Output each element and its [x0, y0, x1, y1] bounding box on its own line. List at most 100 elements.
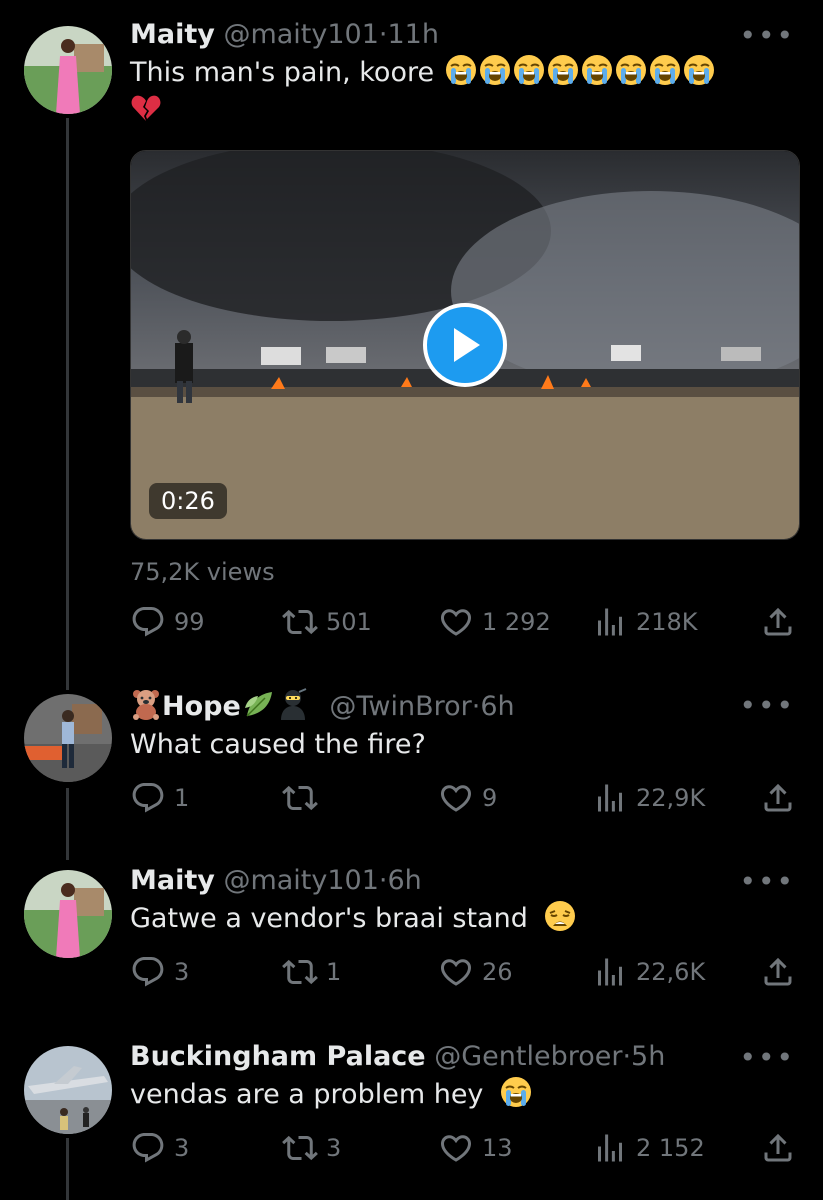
reply-icon	[130, 604, 166, 640]
ninja-icon	[277, 688, 309, 720]
view-count: 75,2K views	[130, 558, 275, 586]
reply-button[interactable]: 3	[130, 1128, 189, 1168]
tweet-actions: 99 501 1 292 218K	[130, 602, 800, 642]
like-button[interactable]: 13	[438, 1128, 513, 1168]
share-icon	[760, 1130, 796, 1166]
loudly-crying-face-icon	[547, 54, 579, 86]
heart-icon	[438, 1130, 474, 1166]
views-button[interactable]: 22,6K	[592, 952, 705, 992]
tweet-header: Buckingham Palace @Gentlebroer·5h	[130, 1040, 793, 1074]
tweet-hope-reply[interactable]: Hope @TwinBror·6h What caused the fire? …	[0, 688, 823, 848]
tweet-buckingham-reply[interactable]: Buckingham Palace @Gentlebroer·5h vendas…	[0, 1040, 823, 1200]
tweet-text-content: Gatwe a vendor's braai stand	[130, 903, 528, 934]
user-handle[interactable]: @maity101	[223, 865, 378, 896]
timestamp[interactable]: 6h	[480, 691, 514, 722]
play-icon[interactable]	[423, 303, 507, 387]
repost-count: 501	[326, 608, 372, 636]
reply-button[interactable]: 3	[130, 952, 189, 992]
user-handle[interactable]: @maity101	[223, 19, 378, 50]
views-count: 218K	[636, 608, 698, 636]
loudly-crying-face-icon	[513, 54, 545, 86]
tweet-maity-main[interactable]: Maity @maity101·11h This man's pain, koo…	[0, 18, 823, 658]
timestamp[interactable]: 6h	[388, 865, 422, 896]
loudly-crying-face-icon	[500, 1076, 532, 1108]
share-icon	[760, 780, 796, 816]
video-duration: 0:26	[149, 483, 227, 519]
repost-button[interactable]	[282, 778, 326, 818]
views-count: 22,9K	[636, 784, 706, 812]
timestamp[interactable]: 5h	[631, 1041, 665, 1072]
like-button[interactable]: 9	[438, 778, 497, 818]
share-button[interactable]	[760, 778, 796, 818]
tweet-text: Gatwe a vendor's braai stand	[130, 900, 793, 938]
share-button[interactable]	[760, 1128, 796, 1168]
loudly-crying-face-icon	[615, 54, 647, 86]
display-name[interactable]: Maity	[130, 19, 215, 50]
views-count: 2 152	[636, 1134, 705, 1162]
tweet-actions: 3 1 26 22,6K	[130, 952, 800, 992]
repost-count: 3	[326, 1134, 342, 1162]
display-name[interactable]: Maity	[130, 865, 215, 896]
more-options-button[interactable]: •••	[739, 692, 795, 720]
views-button[interactable]: 218K	[592, 602, 698, 642]
reply-icon	[130, 1130, 166, 1166]
user-handle[interactable]: @Gentlebroer	[434, 1041, 622, 1072]
analytics-icon	[592, 780, 628, 816]
tweet-header: Maity @maity101·11h	[130, 18, 793, 52]
repost-count: 1	[326, 958, 342, 986]
like-count: 9	[482, 784, 498, 812]
reply-count: 1	[174, 784, 190, 812]
reply-button[interactable]: 99	[130, 602, 205, 642]
avatar[interactable]	[24, 26, 112, 114]
like-button[interactable]: 1 292	[438, 602, 551, 642]
tweet-header: Hope @TwinBror·6h	[130, 688, 793, 724]
avatar[interactable]	[24, 694, 112, 782]
repost-button[interactable]: 3	[282, 1128, 341, 1168]
broken-heart-icon	[130, 92, 162, 124]
analytics-icon	[592, 604, 628, 640]
like-count: 1 292	[482, 608, 551, 636]
avatar[interactable]	[24, 870, 112, 958]
repost-icon	[282, 604, 318, 640]
tweet-text: What caused the fire?	[130, 729, 426, 760]
tweet-actions: 3 3 13 2 152	[130, 1128, 800, 1168]
like-count: 26	[482, 958, 513, 986]
avatar[interactable]	[24, 1046, 112, 1134]
more-options-button[interactable]: •••	[739, 868, 795, 896]
tweet-actions: 1 9 22,9K	[130, 778, 800, 818]
user-handle[interactable]: @TwinBror	[329, 691, 471, 722]
tweet-maity-reply[interactable]: Maity @maity101·6h Gatwe a vendor's braa…	[0, 864, 823, 1024]
repost-icon	[282, 954, 318, 990]
like-count: 13	[482, 1134, 513, 1162]
share-icon	[760, 954, 796, 990]
loudly-crying-face-icon	[683, 54, 715, 86]
views-count: 22,6K	[636, 958, 706, 986]
heart-icon	[438, 604, 474, 640]
tweet-text-content: vendas are a problem hey	[130, 1079, 484, 1110]
repost-icon	[282, 1130, 318, 1166]
loudly-crying-face-icon	[649, 54, 681, 86]
separator: ·	[378, 19, 388, 50]
display-name[interactable]: Hope	[162, 691, 241, 722]
video-player[interactable]: 0:26	[130, 150, 800, 540]
reply-count: 3	[174, 958, 190, 986]
leaf-icon	[243, 688, 275, 720]
views-button[interactable]: 2 152	[592, 1128, 705, 1168]
analytics-icon	[592, 1130, 628, 1166]
more-options-button[interactable]: •••	[739, 22, 795, 50]
teddy-bear-icon	[130, 688, 162, 720]
reply-button[interactable]: 1	[130, 778, 189, 818]
more-options-button[interactable]: •••	[739, 1044, 795, 1072]
views-button[interactable]: 22,9K	[592, 778, 705, 818]
share-button[interactable]	[760, 952, 796, 992]
reply-icon	[130, 954, 166, 990]
tweet-text-content: This man's pain, koore	[130, 57, 435, 88]
repost-button[interactable]: 501	[282, 602, 372, 642]
timestamp[interactable]: 11h	[388, 19, 439, 50]
like-button[interactable]: 26	[438, 952, 513, 992]
share-button[interactable]	[760, 602, 796, 642]
loudly-crying-face-icon	[581, 54, 613, 86]
repost-button[interactable]: 1	[282, 952, 341, 992]
reply-count: 99	[174, 608, 205, 636]
display-name[interactable]: Buckingham Palace	[130, 1041, 426, 1072]
